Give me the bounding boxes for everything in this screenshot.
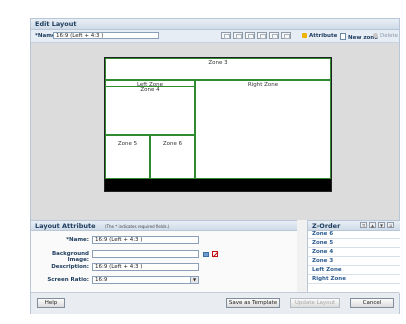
delete-button[interactable]: Delete bbox=[373, 33, 398, 39]
move-down-icon[interactable]: ▼ bbox=[378, 222, 385, 228]
delete-icon bbox=[373, 33, 378, 38]
layout-canvas: Zone 3 Left Zone Zone 4 Zone 5 Zone 6 Ri… bbox=[104, 57, 332, 192]
attr-name-label: *Name: bbox=[66, 237, 89, 243]
layout-attribute-panel: Layout Attribute (The * indicates requir… bbox=[31, 220, 297, 293]
screen-ratio-select[interactable]: 16:9 ▼ bbox=[92, 276, 199, 284]
attribute-label: Attribute bbox=[309, 33, 338, 39]
zone-5[interactable]: Zone 5 bbox=[105, 135, 150, 179]
z-order-item[interactable]: Left Zone bbox=[308, 267, 400, 275]
layout-name-input[interactable]: 16:9 (Left + 4:3 ) bbox=[53, 32, 159, 39]
layout-preset-2-icon[interactable] bbox=[233, 32, 243, 39]
right-zone-label: Right Zone bbox=[247, 82, 279, 88]
z-order-panel: Z-Order ⇈ ▲ ▼ ⇊ Zone 6 Zone 5 Zone 4 Zon… bbox=[307, 220, 400, 293]
cancel-button[interactable]: Cancel bbox=[350, 298, 394, 308]
layout-stage: Zone 3 Left Zone Zone 4 Zone 5 Zone 6 Ri… bbox=[31, 43, 399, 220]
z-order-item[interactable]: Zone 4 bbox=[308, 249, 400, 257]
zone-3[interactable]: Zone 3 bbox=[105, 58, 331, 80]
update-layout-button[interactable]: Update Layout bbox=[290, 298, 340, 308]
layout-toolbar: *Name: 16:9 (Left + 4:3 ) Attribute New … bbox=[31, 30, 399, 43]
z-order-header: Z-Order ⇈ ▲ ▼ ⇊ bbox=[308, 221, 400, 231]
new-zone-icon bbox=[340, 33, 346, 40]
z-order-item[interactable]: Zone 5 bbox=[308, 240, 400, 248]
help-button[interactable]: Help bbox=[37, 298, 65, 308]
chevron-down-icon[interactable]: ▼ bbox=[190, 277, 198, 283]
image-picker-icon[interactable] bbox=[203, 252, 209, 257]
background-image-input[interactable] bbox=[92, 250, 199, 258]
attribute-icon bbox=[302, 33, 307, 38]
layout-preset-5-icon[interactable] bbox=[269, 32, 279, 39]
zone-4[interactable]: Zone 4 bbox=[105, 86, 195, 135]
layout-preset-6-icon[interactable] bbox=[281, 32, 291, 39]
description-label: Description: bbox=[51, 264, 89, 270]
zone-3-label: Zone 3 bbox=[208, 60, 228, 66]
screen-ratio-label: Screen Ratio: bbox=[47, 277, 89, 283]
zone-4-label: Zone 4 bbox=[140, 87, 160, 93]
zone-6[interactable]: Zone 6 bbox=[150, 135, 195, 179]
window-title: Edit Layout bbox=[35, 20, 77, 28]
zone-6-label: Zone 6 bbox=[162, 141, 183, 147]
zone-5-label: Zone 5 bbox=[117, 141, 138, 147]
z-order-title: Z-Order bbox=[312, 222, 341, 230]
right-zone[interactable]: Right Zone bbox=[195, 80, 331, 179]
dialog-footer: Help Save as Template Update Layout Canc… bbox=[31, 292, 399, 314]
z-order-item[interactable]: Zone 6 bbox=[308, 231, 400, 239]
z-order-item[interactable]: Zone 3 bbox=[308, 258, 400, 266]
canvas-bottom-bar bbox=[105, 179, 331, 191]
description-input[interactable]: 16:9 (Left + 4:3 ) bbox=[92, 263, 199, 271]
delete-label: Delete bbox=[380, 33, 399, 39]
move-top-icon[interactable]: ⇈ bbox=[360, 222, 367, 228]
layout-preset-4-icon[interactable] bbox=[257, 32, 267, 39]
z-order-item[interactable]: Right Zone bbox=[308, 276, 400, 284]
save-as-template-button[interactable]: Save as Template bbox=[226, 298, 280, 308]
attribute-panel-title: Layout Attribute bbox=[35, 222, 96, 230]
edit-layout-window: Edit Layout *Name: 16:9 (Left + 4:3 ) At… bbox=[30, 18, 400, 314]
required-fields-note: (The * indicates required fields.) bbox=[105, 224, 170, 229]
background-image-label: Background Image: bbox=[51, 251, 89, 263]
attribute-button[interactable]: Attribute bbox=[302, 33, 337, 39]
screen-ratio-value: 16:9 bbox=[95, 277, 108, 283]
clear-image-icon[interactable] bbox=[212, 251, 218, 257]
move-bottom-icon[interactable]: ⇊ bbox=[387, 222, 394, 228]
attribute-panel-header: Layout Attribute (The * indicates requir… bbox=[31, 221, 297, 231]
attr-name-input[interactable]: 16:9 (Left + 4:3 ) bbox=[92, 236, 199, 244]
move-up-icon[interactable]: ▲ bbox=[369, 222, 376, 228]
layout-preset-3-icon[interactable] bbox=[245, 32, 255, 39]
title-bar: Edit Layout bbox=[31, 19, 399, 30]
layout-preset-1-icon[interactable] bbox=[221, 32, 231, 39]
